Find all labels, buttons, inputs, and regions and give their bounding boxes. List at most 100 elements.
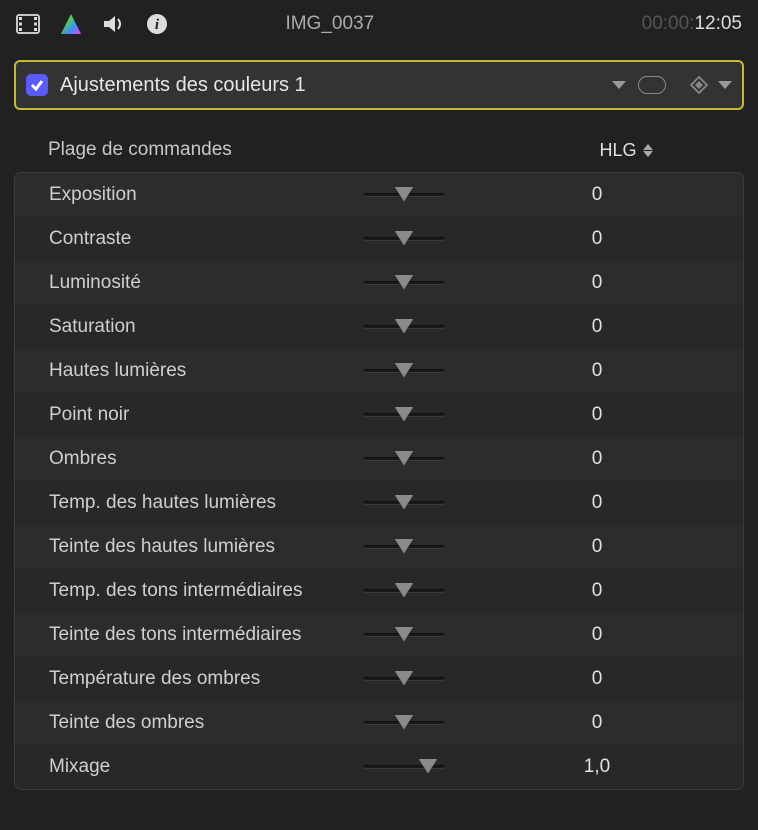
parameter-slider-cell [364, 193, 459, 197]
parameter-value[interactable]: 0 [469, 404, 725, 426]
parameter-row: Température des ombres 0 [15, 657, 743, 701]
parameter-slider-cell [364, 457, 459, 461]
parameter-slider[interactable] [364, 193, 444, 197]
effect-header-right [638, 76, 732, 94]
slider-thumb-icon[interactable] [395, 231, 413, 245]
parameter-slider[interactable] [364, 325, 444, 329]
parameter-value[interactable]: 0 [469, 624, 725, 646]
parameter-value[interactable]: 0 [469, 184, 725, 206]
slider-thumb-icon[interactable] [395, 627, 413, 641]
parameter-slider[interactable] [364, 721, 444, 725]
parameter-label: Contraste [49, 228, 364, 250]
parameter-label: Exposition [49, 184, 364, 206]
slider-thumb-icon[interactable] [395, 187, 413, 201]
parameter-row: Teinte des hautes lumières 0 [15, 525, 743, 569]
parameter-slider-cell [364, 281, 459, 285]
parameter-slider[interactable] [364, 677, 444, 681]
parameter-value[interactable]: 0 [469, 492, 725, 514]
keyframe-icon [690, 76, 708, 94]
parameter-row: Teinte des ombres 0 [15, 701, 743, 745]
effect-header[interactable]: Ajustements des couleurs 1 [14, 60, 744, 110]
parameter-row: Ombres 0 [15, 437, 743, 481]
parameter-label: Teinte des hautes lumières [49, 536, 364, 558]
mask-icon[interactable] [638, 76, 666, 94]
parameter-slider-cell [364, 413, 459, 417]
parameter-slider-cell [364, 589, 459, 593]
parameter-label: Luminosité [49, 272, 364, 294]
chevron-down-icon [612, 81, 626, 89]
effect-enabled-checkbox[interactable] [26, 74, 48, 96]
parameter-slider-cell [364, 545, 459, 549]
parameter-slider[interactable] [364, 765, 444, 769]
parameter-row: Mixage 1,0 [15, 745, 743, 789]
chevron-down-icon [718, 81, 732, 89]
effect-name-dropdown[interactable]: Ajustements des couleurs 1 [60, 74, 626, 97]
parameter-slider-cell [364, 325, 459, 329]
parameter-slider[interactable] [364, 457, 444, 461]
parameter-value[interactable]: 0 [469, 668, 725, 690]
parameter-value[interactable]: 0 [469, 712, 725, 734]
parameter-row: Point noir 0 [15, 393, 743, 437]
parameter-label: Point noir [49, 404, 364, 426]
parameter-slider[interactable] [364, 281, 444, 285]
parameter-slider-cell [364, 633, 459, 637]
parameter-slider[interactable] [364, 237, 444, 241]
parameter-value[interactable]: 0 [469, 228, 725, 250]
parameter-value[interactable]: 0 [469, 360, 725, 382]
slider-thumb-icon[interactable] [395, 275, 413, 289]
parameter-slider-cell [364, 369, 459, 373]
parameter-value[interactable]: 1,0 [469, 756, 725, 778]
parameter-label: Saturation [49, 316, 364, 338]
parameter-label: Temp. des tons intermédiaires [49, 580, 364, 602]
parameter-label: Teinte des tons intermédiaires [49, 624, 364, 646]
parameter-slider[interactable] [364, 633, 444, 637]
parameter-slider-cell [364, 501, 459, 505]
stepper-icon [643, 144, 653, 157]
parameter-slider[interactable] [364, 545, 444, 549]
controls-range-label: Plage de commandes [48, 139, 526, 161]
slider-thumb-icon[interactable] [395, 671, 413, 685]
controls-range-value: HLG [599, 140, 636, 161]
parameter-row: Hautes lumières 0 [15, 349, 743, 393]
parameter-slider-cell [364, 721, 459, 725]
parameter-slider-cell [364, 765, 459, 769]
parameter-value[interactable]: 0 [469, 272, 725, 294]
parameter-label: Hautes lumières [49, 360, 364, 382]
parameter-slider-cell [364, 677, 459, 681]
parameter-row: Luminosité 0 [15, 261, 743, 305]
slider-thumb-icon[interactable] [395, 451, 413, 465]
effect-name-label: Ajustements des couleurs 1 [60, 74, 606, 97]
parameter-slider[interactable] [364, 413, 444, 417]
controls-range-select[interactable]: HLG [526, 140, 726, 161]
parameter-label: Mixage [49, 756, 364, 778]
parameter-value[interactable]: 0 [469, 580, 725, 602]
slider-thumb-icon[interactable] [419, 759, 437, 773]
slider-thumb-icon[interactable] [395, 539, 413, 553]
slider-thumb-icon[interactable] [395, 407, 413, 421]
parameter-row: Temp. des tons intermédiaires 0 [15, 569, 743, 613]
parameter-slider[interactable] [364, 501, 444, 505]
parameter-row: Contraste 0 [15, 217, 743, 261]
parameter-value[interactable]: 0 [469, 448, 725, 470]
slider-thumb-icon[interactable] [395, 363, 413, 377]
parameter-label: Température des ombres [49, 668, 364, 690]
parameter-slider[interactable] [364, 369, 444, 373]
slider-thumb-icon[interactable] [395, 715, 413, 729]
parameter-row: Teinte des tons intermédiaires 0 [15, 613, 743, 657]
timecode-dim: 00:00: [642, 13, 695, 34]
parameter-row: Temp. des hautes lumières 0 [15, 481, 743, 525]
parameter-slider[interactable] [364, 589, 444, 593]
parameter-label: Ombres [49, 448, 364, 470]
parameter-row: Saturation 0 [15, 305, 743, 349]
parameter-value[interactable]: 0 [469, 316, 725, 338]
keyframe-menu[interactable] [690, 76, 732, 94]
slider-thumb-icon[interactable] [395, 319, 413, 333]
parameters-panel: Plage de commandes HLG Exposition 0 Cont… [14, 128, 744, 790]
timecode-bright: 12:05 [694, 13, 742, 34]
slider-thumb-icon[interactable] [395, 495, 413, 509]
parameter-value[interactable]: 0 [469, 536, 725, 558]
controls-range-row: Plage de commandes HLG [14, 128, 744, 172]
parameter-label: Teinte des ombres [49, 712, 364, 734]
slider-thumb-icon[interactable] [395, 583, 413, 597]
timecode: 00:00:12:05 [642, 13, 742, 35]
